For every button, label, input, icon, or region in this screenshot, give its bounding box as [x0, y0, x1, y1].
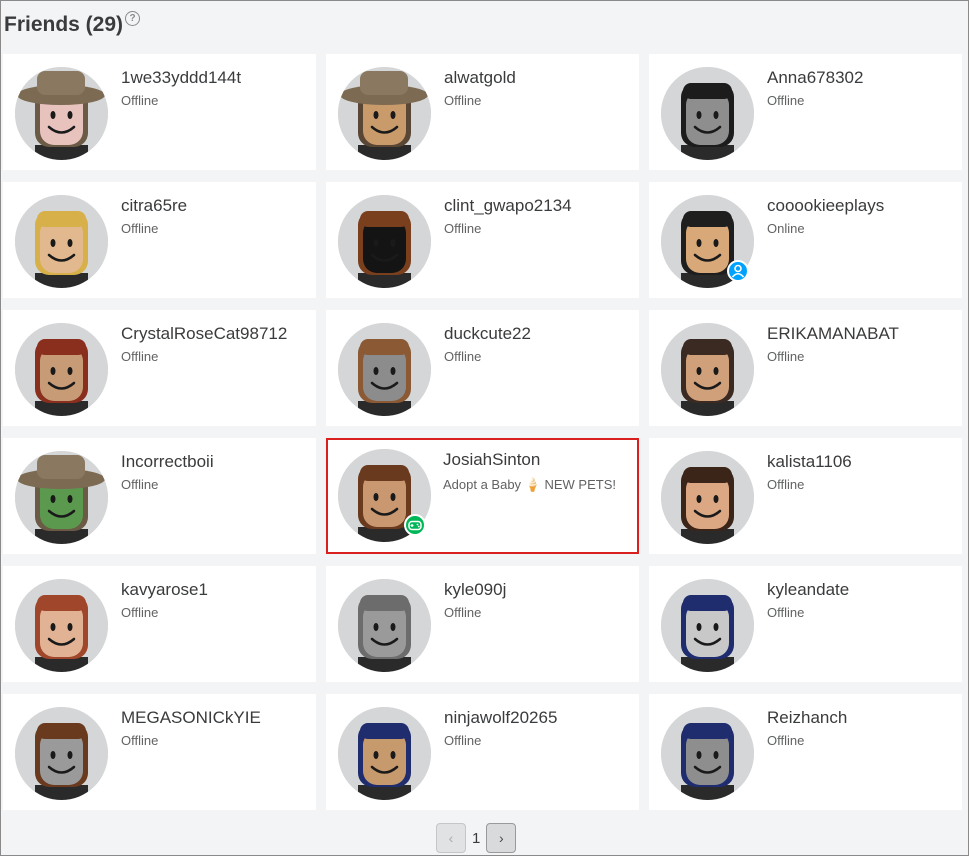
friend-name[interactable]: clint_gwapo2134: [444, 196, 572, 216]
avatar[interactable]: [661, 451, 754, 544]
friend-status: Offline: [767, 93, 805, 108]
avatar[interactable]: [338, 195, 431, 288]
friend-card[interactable]: cooookieeplays Online: [649, 182, 962, 298]
friend-name[interactable]: JosiahSinton: [443, 450, 540, 470]
prev-page-button[interactable]: ‹: [436, 823, 466, 853]
friend-card[interactable]: ERIKAMANABAT Offline: [649, 310, 962, 426]
friend-name[interactable]: ninjawolf20265: [444, 708, 557, 728]
friend-name[interactable]: alwatgold: [444, 68, 516, 88]
friend-status: Online: [767, 221, 805, 236]
friend-card[interactable]: CrystalRoseCat98712 Offline: [3, 310, 316, 426]
friend-status: Offline: [444, 93, 482, 108]
page-title: Friends (29): [4, 13, 124, 36]
friend-status: Offline: [121, 221, 159, 236]
friend-card[interactable]: duckcute22 Offline: [326, 310, 639, 426]
friend-name[interactable]: ERIKAMANABAT: [767, 324, 899, 344]
avatar[interactable]: [338, 707, 431, 800]
avatar[interactable]: [661, 579, 754, 672]
online-presence-icon: [727, 260, 749, 282]
friend-name[interactable]: Reizhanch: [767, 708, 847, 728]
friend-name[interactable]: duckcute22: [444, 324, 531, 344]
avatar[interactable]: [661, 67, 754, 160]
avatar[interactable]: [338, 579, 431, 672]
friend-status: Offline: [121, 477, 159, 492]
avatar[interactable]: [15, 195, 108, 288]
page-header: Friends (29) ?: [4, 9, 141, 41]
avatar[interactable]: [661, 323, 754, 416]
friend-name[interactable]: 1we33yddd144t: [121, 68, 241, 88]
friend-status: Offline: [444, 605, 482, 620]
friend-card[interactable]: Anna678302 Offline: [649, 54, 962, 170]
friend-name[interactable]: Anna678302: [767, 68, 863, 88]
friend-card[interactable]: Incorrectboii Offline: [3, 438, 316, 554]
friend-card[interactable]: kyleandate Offline: [649, 566, 962, 682]
in-game-presence-icon: [404, 514, 426, 536]
game-status-link[interactable]: Adopt a Baby 🍦 NEW PETS!: [443, 477, 616, 493]
next-page-button[interactable]: ›: [486, 823, 517, 853]
friend-status: Offline: [121, 349, 159, 364]
avatar[interactable]: [15, 579, 108, 672]
friend-status: Offline: [121, 93, 159, 108]
friend-status: Offline: [767, 605, 805, 620]
friend-name[interactable]: kavyarose1: [121, 580, 208, 600]
friend-name[interactable]: citra65re: [121, 196, 187, 216]
friend-card[interactable]: kyle090j Offline: [326, 566, 639, 682]
friend-card[interactable]: kavyarose1 Offline: [3, 566, 316, 682]
page-number: 1: [472, 829, 481, 847]
avatar[interactable]: [661, 707, 754, 800]
avatar[interactable]: [15, 323, 108, 416]
avatar[interactable]: [15, 451, 108, 544]
friend-status: Offline: [121, 605, 159, 620]
avatar[interactable]: [15, 707, 108, 800]
friend-card[interactable]: ninjawolf20265 Offline: [326, 694, 639, 810]
friend-status: Offline: [767, 733, 805, 748]
avatar[interactable]: [338, 67, 431, 160]
friends-grid: 1we33yddd144t Offline alwatgold Offline Anna…: [3, 54, 962, 810]
friend-card[interactable]: MEGASONICkYIE Offline: [3, 694, 316, 810]
friend-name[interactable]: cooookieeplays: [767, 196, 884, 216]
pagination: ‹ 1 ›: [436, 823, 517, 853]
friend-status: Offline: [767, 349, 805, 364]
friend-status: Offline: [444, 733, 482, 748]
friend-card[interactable]: kalista1106 Offline: [649, 438, 962, 554]
friend-card[interactable]: Reizhanch Offline: [649, 694, 962, 810]
friend-card[interactable]: JosiahSinton Adopt a Baby 🍦 NEW PETS!: [326, 438, 639, 554]
friend-status: Offline: [444, 221, 482, 236]
friend-name[interactable]: kalista1106: [767, 452, 852, 472]
help-icon[interactable]: ?: [125, 11, 141, 26]
friend-name[interactable]: CrystalRoseCat98712: [121, 324, 287, 344]
friend-card[interactable]: alwatgold Offline: [326, 54, 639, 170]
friend-card[interactable]: 1we33yddd144t Offline: [3, 54, 316, 170]
avatar[interactable]: [15, 67, 108, 160]
friend-name[interactable]: kyle090j: [444, 580, 506, 600]
friend-name[interactable]: kyleandate: [767, 580, 849, 600]
friend-status: Offline: [444, 349, 482, 364]
friend-status: Offline: [121, 733, 159, 748]
friend-name[interactable]: Incorrectboii: [121, 452, 214, 472]
friend-name[interactable]: MEGASONICkYIE: [121, 708, 261, 728]
friend-card[interactable]: clint_gwapo2134 Offline: [326, 182, 639, 298]
friend-status: Offline: [767, 477, 805, 492]
friend-card[interactable]: citra65re Offline: [3, 182, 316, 298]
avatar[interactable]: [338, 323, 431, 416]
